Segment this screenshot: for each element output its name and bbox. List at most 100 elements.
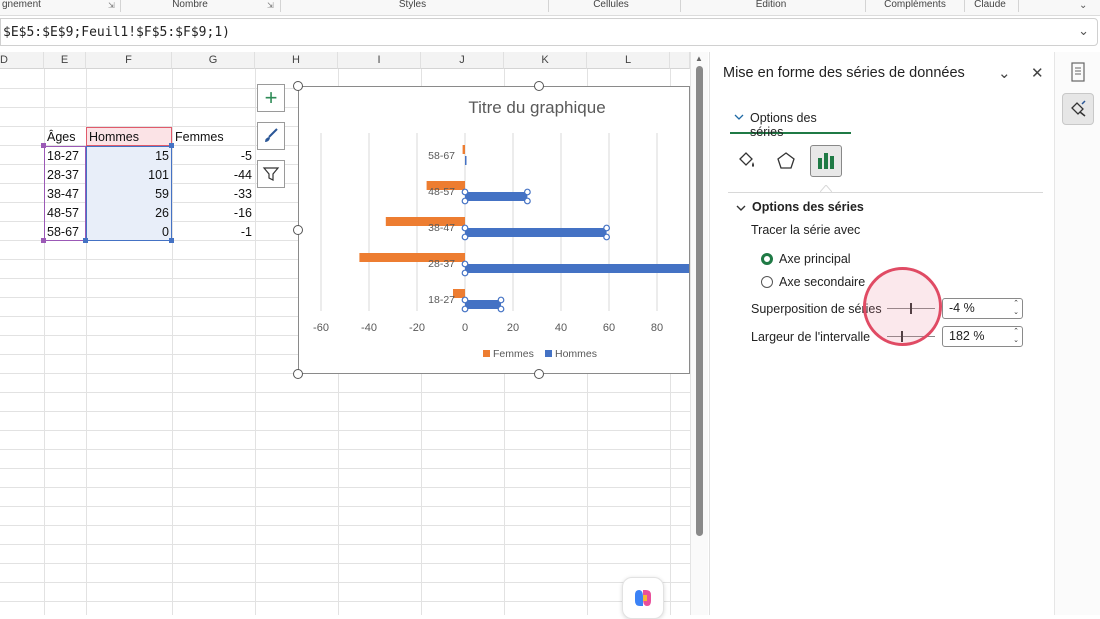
chart-filters-button[interactable] bbox=[257, 160, 285, 188]
cell-femmes[interactable]: -33 bbox=[172, 185, 255, 204]
cell-age[interactable]: 58-67 bbox=[44, 223, 86, 242]
chart-resize-handle[interactable] bbox=[534, 369, 544, 379]
gap-width-value[interactable]: 182 % bbox=[949, 329, 984, 343]
spin-down-icon[interactable]: ⌄ bbox=[1013, 309, 1019, 316]
column-header-l[interactable]: L bbox=[587, 52, 670, 69]
column-header-k[interactable]: K bbox=[504, 52, 587, 69]
pentagon-icon bbox=[777, 152, 795, 169]
copilot-button[interactable] bbox=[622, 577, 664, 619]
fill-line-tab[interactable] bbox=[730, 145, 762, 177]
chart-resize-handle[interactable] bbox=[293, 369, 303, 379]
formula-bar[interactable]: $E$5:$E$9;Feuil1!$F$5:$F$9;1) ⌄ bbox=[0, 18, 1098, 46]
gap-width-slider-thumb[interactable] bbox=[901, 331, 904, 342]
chart-resize-handle[interactable] bbox=[534, 81, 544, 91]
ribbon-separator bbox=[548, 0, 549, 12]
chart-x-tick-label: 0 bbox=[462, 322, 468, 334]
plus-icon: + bbox=[264, 85, 278, 110]
scroll-up-icon[interactable]: ▲ bbox=[695, 54, 703, 63]
cell-femmes[interactable]: -5 bbox=[172, 147, 255, 166]
cell-age[interactable]: 38-47 bbox=[44, 185, 86, 204]
ribbon-group-labels: gnement ⇲ Nombre ⇲ Styles Cellules Éditi… bbox=[0, 0, 1100, 16]
effects-tab[interactable] bbox=[770, 145, 802, 177]
chevron-down-icon[interactable] bbox=[736, 203, 746, 213]
radio-primary-axis[interactable] bbox=[761, 253, 773, 265]
gap-width-input[interactable]: 182 % ⌃ ⌄ bbox=[942, 326, 1023, 347]
cell-hommes[interactable]: 101 bbox=[86, 166, 172, 185]
spin-down-icon[interactable]: ⌄ bbox=[1013, 337, 1019, 344]
ribbon-group-claude: Claude bbox=[974, 0, 1006, 10]
page-pane-button[interactable] bbox=[1062, 56, 1094, 88]
series-options-tab[interactable] bbox=[810, 145, 842, 177]
ribbon-separator bbox=[964, 0, 965, 12]
chart-bar-hommes bbox=[465, 156, 467, 165]
chart-area[interactable]: Titre du graphique 18-27 28-37 38-47 48-57 5… bbox=[298, 86, 711, 374]
column-header-h[interactable]: H bbox=[255, 52, 338, 69]
radio-primary-axis-label[interactable]: Axe principal bbox=[779, 252, 851, 266]
pane-options-chevron-icon[interactable]: ⌄ bbox=[998, 64, 1011, 82]
cell-femmes[interactable]: -44 bbox=[172, 166, 255, 185]
series-overlap-value[interactable]: -4 % bbox=[949, 301, 975, 315]
chart-legend-label: Hommes bbox=[555, 348, 597, 360]
column-header-f[interactable]: F bbox=[86, 52, 172, 69]
collapse-ribbon-icon[interactable]: ⌄ bbox=[1079, 0, 1087, 11]
close-pane-icon[interactable]: ✕ bbox=[1031, 64, 1044, 82]
cell-header-ages[interactable]: Âges bbox=[44, 128, 86, 147]
chart-elements-button[interactable]: + bbox=[257, 84, 285, 112]
chart-styles-button[interactable] bbox=[257, 122, 285, 150]
series-selection-handle bbox=[461, 305, 469, 313]
cell-age[interactable]: 48-57 bbox=[44, 204, 86, 223]
radio-secondary-axis-label[interactable]: Axe secondaire bbox=[779, 275, 865, 289]
spin-arrows[interactable]: ⌃ ⌄ bbox=[1013, 327, 1019, 345]
chart-legend[interactable]: Femmes Hommes bbox=[483, 348, 597, 360]
cell-femmes[interactable]: -1 bbox=[172, 223, 255, 242]
cell-age[interactable]: 28-37 bbox=[44, 166, 86, 185]
formula-text[interactable]: $E$5:$E$9;Feuil1!$F$5:$F$9;1) bbox=[3, 25, 230, 40]
chart-bar-hommes bbox=[465, 228, 607, 237]
number-launcher-icon[interactable]: ⇲ bbox=[267, 1, 274, 10]
section-series-options[interactable]: Options des séries bbox=[752, 200, 864, 214]
column-header-g[interactable]: G bbox=[172, 52, 255, 69]
chart-resize-handle[interactable] bbox=[293, 225, 303, 235]
ribbon-separator bbox=[680, 0, 681, 12]
cell-age[interactable]: 18-27 bbox=[44, 147, 86, 166]
cell-hommes[interactable]: 26 bbox=[86, 204, 172, 223]
column-header-d[interactable]: D bbox=[0, 52, 44, 69]
cell-hommes[interactable]: 0 bbox=[86, 223, 172, 242]
series-selection-handle bbox=[461, 197, 469, 205]
format-pane-button[interactable] bbox=[1062, 93, 1094, 125]
series-overlap-input[interactable]: -4 % ⌃ ⌄ bbox=[942, 298, 1023, 319]
cell-header-hommes[interactable]: Hommes bbox=[86, 128, 172, 147]
column-header-e[interactable]: E bbox=[44, 52, 86, 69]
expand-formula-bar-icon[interactable]: ⌄ bbox=[1078, 23, 1089, 39]
radio-secondary-axis[interactable] bbox=[761, 276, 773, 288]
gap-width-label: Largeur de l'intervalle bbox=[751, 330, 871, 344]
right-side-toolbar bbox=[1054, 52, 1100, 615]
column-header-i[interactable]: I bbox=[338, 52, 421, 69]
gap-width-slider[interactable] bbox=[887, 336, 935, 337]
column-header-j[interactable]: J bbox=[421, 52, 504, 69]
column-header-m[interactable] bbox=[670, 52, 690, 69]
tab-series-options[interactable]: Options des séries bbox=[730, 108, 851, 139]
series-selection-handle bbox=[461, 296, 469, 304]
ribbon-group-alignment: gnement bbox=[2, 0, 41, 10]
spin-up-icon[interactable]: ⌃ bbox=[1013, 300, 1019, 307]
cell-femmes[interactable]: -16 bbox=[172, 204, 255, 223]
series-overlap-slider-thumb[interactable] bbox=[910, 303, 913, 314]
scrollbar-thumb[interactable] bbox=[696, 66, 703, 536]
series-overlap-label: Superposition de séries bbox=[751, 302, 882, 316]
bar-chart[interactable]: Titre du graphique 18-27 28-37 38-47 48-57 5… bbox=[299, 87, 711, 373]
series-selection-handle bbox=[461, 260, 469, 268]
grid-row-line bbox=[0, 582, 690, 583]
cell-header-femmes[interactable]: Femmes bbox=[172, 128, 255, 147]
chart-x-tick-label: -60 bbox=[313, 322, 329, 334]
spin-up-icon[interactable]: ⌃ bbox=[1013, 328, 1019, 335]
bar-chart-icon bbox=[818, 153, 834, 169]
vertical-scrollbar[interactable]: ▲ bbox=[690, 52, 708, 615]
spin-arrows[interactable]: ⌃ ⌄ bbox=[1013, 299, 1019, 317]
chart-category-labels: 18-27 28-37 38-47 48-57 58-67 bbox=[428, 150, 455, 306]
chart-title[interactable]: Titre du graphique bbox=[468, 98, 605, 117]
alignment-launcher-icon[interactable]: ⇲ bbox=[108, 1, 115, 10]
cell-hommes[interactable]: 59 bbox=[86, 185, 172, 204]
chart-resize-handle[interactable] bbox=[293, 81, 303, 91]
cell-hommes[interactable]: 15 bbox=[86, 147, 172, 166]
